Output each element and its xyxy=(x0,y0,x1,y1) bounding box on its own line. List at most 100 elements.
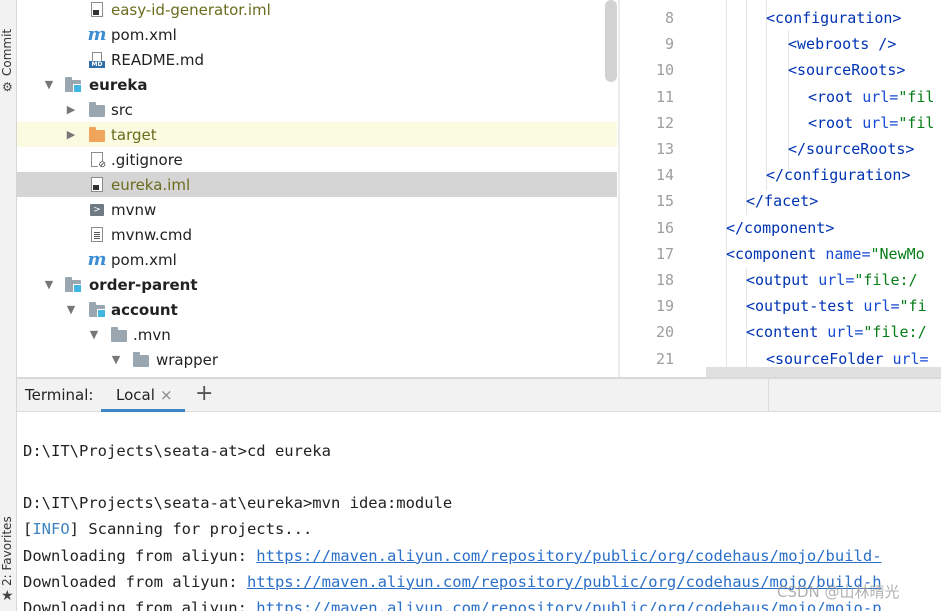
tree-item[interactable]: mvnw.cmd xyxy=(17,222,617,247)
code-line[interactable]: <sourceRoots> xyxy=(788,61,905,79)
project-tree[interactable]: easy-id-generator.iml m pom.xml MD README.md… xyxy=(17,0,618,377)
tree-item[interactable]: ▼ eureka xyxy=(17,72,617,97)
tree-item[interactable]: easy-id-generator.iml xyxy=(17,0,617,22)
line-number: 21 xyxy=(655,349,674,368)
code-token: url= xyxy=(818,271,855,289)
code-token: <component xyxy=(726,244,826,263)
tree-item[interactable]: ▼ account xyxy=(17,297,617,322)
tree-item-label: mvnw xyxy=(111,200,157,219)
line-number: 10 xyxy=(655,61,674,80)
line-number: 11 xyxy=(655,87,674,106)
code-line[interactable]: <configuration> xyxy=(766,9,901,27)
tree-item-label: README.md xyxy=(111,50,205,69)
tree-item[interactable]: ▼ .mvn xyxy=(17,322,617,347)
terminal-line: D:\IT\Projects\seata-at\eureka>mvn idea:… xyxy=(23,494,452,512)
code-line[interactable]: <webroots /> xyxy=(788,35,896,53)
code-line[interactable]: <sourceFolder url= xyxy=(766,350,929,368)
terminal-text: INFO xyxy=(32,520,70,539)
code-token: </facet> xyxy=(746,192,819,211)
folder-icon xyxy=(89,101,105,118)
tree-item-label: account xyxy=(111,300,178,319)
terminal-text: Downloading from aliyun: xyxy=(23,546,257,565)
tree-item[interactable]: MD README.md xyxy=(17,47,617,72)
line-number: 15 xyxy=(655,192,674,211)
favorites-tool-tab[interactable]: 2: Favorites ★ xyxy=(0,506,17,611)
line-number: 8 xyxy=(664,9,674,27)
watermark-text: CSDN @山林晴光 xyxy=(777,583,900,601)
code-token: "fi xyxy=(899,297,927,316)
code-token: url= xyxy=(863,297,900,316)
tree-item[interactable]: m pom.xml xyxy=(17,22,617,47)
line-number: 17 xyxy=(655,244,674,263)
chevron-down-icon[interactable]: ▼ xyxy=(43,278,55,291)
tree-item[interactable]: m pom.xml xyxy=(17,247,617,272)
code-line[interactable]: <component name="NewMo xyxy=(726,245,925,263)
tree-item[interactable]: > mvnw xyxy=(17,197,617,222)
indent-guide xyxy=(726,0,727,378)
code-line[interactable]: <root url="fil xyxy=(808,88,934,106)
code-line[interactable]: </facet> xyxy=(746,192,818,210)
chevron-right-icon[interactable]: ▶ xyxy=(65,103,77,116)
tree-item-label: mvnw.cmd xyxy=(111,225,193,244)
terminal-toolbar: Terminal: Local × + xyxy=(17,379,941,412)
tree-item-label: .gitignore xyxy=(111,150,183,169)
terminal-text: [ xyxy=(23,520,33,539)
indent-guide xyxy=(766,0,767,190)
line-number: 14 xyxy=(655,166,674,185)
code-line[interactable]: <output url="file:/ xyxy=(746,271,918,289)
terminal-line: [INFO] Scanning for projects... xyxy=(23,520,312,538)
gitignore-icon xyxy=(89,152,106,170)
code-token: <configuration> xyxy=(766,9,902,27)
tree-scrollbar[interactable] xyxy=(605,0,617,82)
maven-icon: m xyxy=(87,248,107,270)
tree-item[interactable]: eureka.iml xyxy=(17,172,617,197)
tree-item[interactable]: ▶ src xyxy=(17,97,617,122)
code-token: </configuration> xyxy=(766,166,911,185)
code-token: url= xyxy=(862,87,899,106)
code-token: "fil xyxy=(898,87,935,106)
tree-item[interactable]: .gitignore xyxy=(17,147,617,172)
terminal-line: D:\IT\Projects\seata-at>cd eureka xyxy=(23,442,331,460)
code-token: "fil xyxy=(898,113,935,132)
code-line[interactable]: <output-test url="fi xyxy=(746,297,927,315)
new-terminal-tab-button[interactable]: + xyxy=(195,382,213,406)
star-icon: ★ xyxy=(1,588,14,604)
tree-item-label: order-parent xyxy=(89,275,198,294)
code-line[interactable]: </sourceRoots> xyxy=(788,140,914,158)
tree-item[interactable]: ▼ order-parent xyxy=(17,272,617,297)
code-token: <output xyxy=(746,271,819,289)
code-token: <root xyxy=(808,87,863,106)
tab-local-label: Local xyxy=(116,386,155,404)
tree-item[interactable]: ▼ wrapper xyxy=(17,347,617,372)
commit-tab-label: Commit xyxy=(0,28,14,76)
code-token: <sourceFolder xyxy=(766,349,893,368)
tree-item-label: pom.xml xyxy=(111,250,177,269)
shell-script-icon: > xyxy=(89,202,105,218)
code-line[interactable]: </configuration> xyxy=(766,166,911,184)
tree-item-label: eureka xyxy=(89,75,148,94)
tab-local[interactable]: Local × xyxy=(101,379,185,412)
commit-tool-tab[interactable]: Commit ⚙ xyxy=(0,0,17,96)
chevron-right-icon[interactable]: ▶ xyxy=(65,128,77,141)
line-number-gutter: 8 9 10 11 12 13 14 15 16 17 18 19 20 21 xyxy=(620,0,700,378)
code-token: <content xyxy=(746,323,828,342)
line-number: 20 xyxy=(655,323,674,342)
chevron-down-icon[interactable]: ▼ xyxy=(110,353,122,366)
module-folder-icon xyxy=(65,276,82,293)
code-line[interactable]: <root url="fil xyxy=(808,114,934,132)
code-line[interactable]: </component> xyxy=(726,219,834,237)
chevron-down-icon[interactable]: ▼ xyxy=(43,78,55,91)
code-editor[interactable]: 8 9 10 11 12 13 14 15 16 17 18 19 20 21 <configuratio… xyxy=(620,0,941,378)
excluded-folder-icon xyxy=(89,126,105,143)
chevron-down-icon[interactable]: ▼ xyxy=(65,303,77,316)
tree-item-label: target xyxy=(111,125,157,144)
tree-item[interactable]: ▶ target xyxy=(17,122,617,147)
terminal-line: Downloaded from aliyun: https://maven.al… xyxy=(23,573,882,591)
folder-icon xyxy=(133,351,149,368)
close-icon[interactable]: × xyxy=(160,386,173,404)
terminal-line: Downloading from aliyun: https://maven.a… xyxy=(23,599,882,611)
terminal-link[interactable]: https://maven.aliyun.com/repository/publ… xyxy=(256,547,881,565)
code-line[interactable]: <content url="file:/ xyxy=(746,323,927,341)
code-token: </component> xyxy=(726,218,835,237)
chevron-down-icon[interactable]: ▼ xyxy=(88,328,100,341)
